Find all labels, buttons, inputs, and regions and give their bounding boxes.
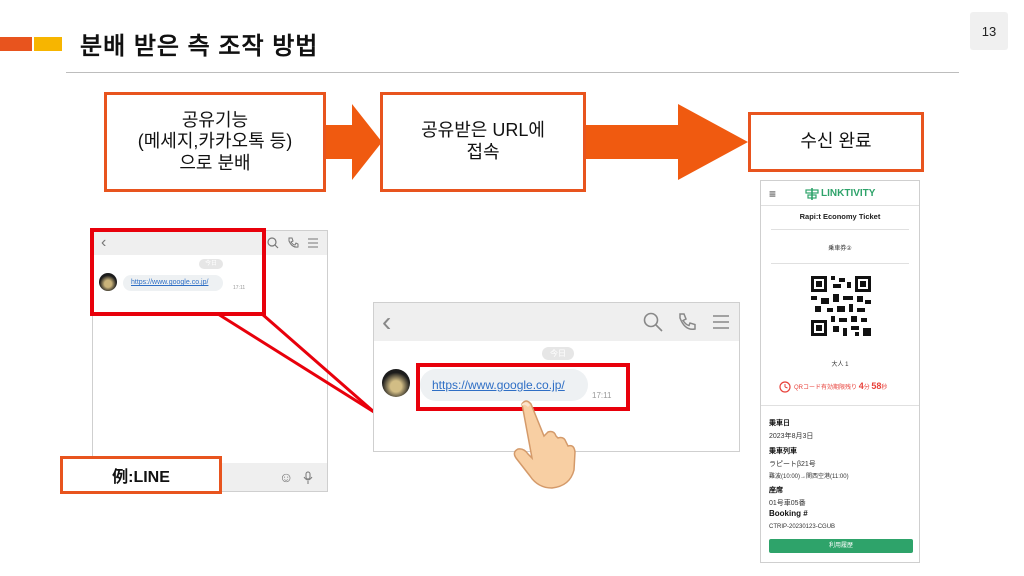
linktivity-logo-icon — [805, 188, 819, 200]
tap-hand-icon — [513, 400, 576, 489]
hamburger-menu-icon[interactable]: ≡ — [769, 187, 776, 201]
timer-seconds-unit: 秒 — [881, 385, 888, 391]
qr-expiry-timer: QRコード有効期限残り 4分 58秒 — [794, 381, 887, 391]
ride-date-value: 2023年8月3日 — [769, 433, 814, 440]
usage-history-button[interactable]: 利用履歴 — [769, 539, 913, 553]
menu-icon[interactable] — [711, 312, 731, 332]
train-label: 乗車列車 — [769, 448, 797, 455]
ticket-divider — [771, 229, 909, 230]
qr-code — [811, 276, 871, 336]
booking-value: CTRIP-20230123-CGUB — [769, 524, 836, 530]
booking-label: Booking # — [769, 509, 808, 518]
ticket-label: 乗車券② — [828, 246, 852, 252]
date-badge: 今日 — [542, 347, 574, 360]
avatar — [382, 369, 410, 397]
train-value: ラピートβ21号 — [769, 461, 816, 468]
search-icon[interactable] — [643, 312, 663, 332]
seat-value: 01号車05番 — [769, 500, 806, 507]
ride-date-label: 乗車日 — [769, 420, 790, 427]
seat-label: 座席 — [769, 487, 783, 494]
clock-icon — [779, 381, 791, 393]
timer-minutes-unit: 分 — [863, 385, 870, 391]
chat-large-header: ‹ — [374, 303, 739, 341]
ticket-divider — [761, 205, 919, 206]
back-icon[interactable]: ‹ — [382, 308, 391, 336]
brand-name: LINKTIVITY — [821, 188, 876, 199]
timer-label: QRコード有効期限残り — [794, 385, 858, 391]
ticket-divider — [761, 405, 919, 406]
phone-icon[interactable] — [677, 312, 697, 332]
route-value: 難波(10:00)→関西空港(11:00) — [769, 474, 849, 480]
ticket-screen: ≡ LINKTIVITY Rapi:t Economy Ticket 乗車券② … — [760, 180, 920, 563]
ticket-product-name: Rapi:t Economy Ticket — [799, 212, 881, 221]
example-label: 例:LINE — [60, 456, 222, 494]
timer-seconds: 58 — [871, 381, 882, 391]
example-label-text: 例:LINE — [112, 469, 170, 486]
passenger-count: 大人 1 — [831, 362, 849, 368]
ticket-divider — [771, 263, 909, 264]
